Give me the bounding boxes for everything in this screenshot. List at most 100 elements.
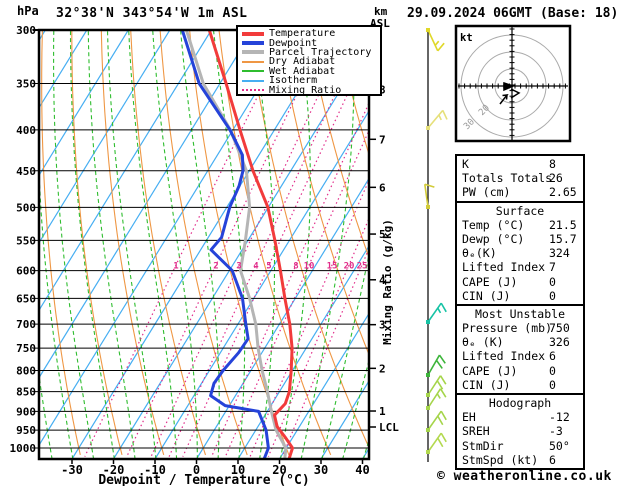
temperature-line-swatch	[242, 31, 264, 36]
mu-li-row: Lifted Index 6	[457, 349, 583, 363]
index-value: 15.7	[549, 231, 577, 246]
pressure-tick-label: 800	[16, 365, 36, 378]
legend-box: Temperature Dewpoint Parcel Trajectory D…	[236, 25, 382, 96]
index-value: 7	[549, 260, 556, 275]
index-label: Temp (°C)	[462, 217, 525, 232]
km-tick-label: 2	[379, 362, 386, 375]
sreh-row: SREH -3	[457, 424, 583, 438]
legend-item-isotherm: Isotherm	[242, 76, 380, 86]
wind-barb	[426, 354, 446, 377]
index-value: 26	[549, 171, 563, 186]
legend-item-temperature: Temperature	[242, 28, 380, 40]
index-row-k: K8	[457, 157, 583, 171]
stmdir-row: StmDir 50°	[457, 439, 583, 453]
mixing-ratio-value-label: 5	[266, 262, 271, 272]
index-label: K	[462, 157, 469, 171]
index-label: θₑ (K)	[462, 335, 504, 350]
stability-indices-box: K8 Totals Totals 26 PW (cm) 2.65	[455, 154, 585, 203]
index-label: Totals Totals	[462, 171, 553, 186]
index-label: Pressure (mb)	[462, 321, 553, 336]
surface-header: Surface	[495, 203, 545, 218]
wind-barb-station-dot	[426, 373, 430, 377]
isotherm-line	[39, 30, 88, 109]
mixing-ratio-axis-label: Mixing Ratio (g/kg)	[381, 219, 394, 345]
mu-cin-row: CIN (J) 0	[457, 378, 583, 392]
wind-barb-station-dot	[426, 205, 430, 209]
wind-barb	[426, 109, 448, 130]
km-tick-label: 6	[379, 181, 386, 194]
index-row-totals: Totals Totals 26	[457, 171, 583, 185]
mixing-ratio-value-label: 1	[173, 262, 178, 272]
index-value: 8	[549, 157, 556, 171]
km-tick-label: 1	[379, 405, 386, 418]
lcl-label: LCL	[379, 421, 399, 434]
surface-li-row: Lifted Index 7	[457, 260, 583, 274]
index-value: 750	[549, 321, 570, 336]
index-label: PW (cm)	[462, 185, 511, 200]
mu-pressure-row: Pressure (mb) 750	[457, 321, 583, 335]
pressure-tick-label: 700	[16, 318, 36, 331]
mixing-ratio-line-swatch	[242, 89, 264, 92]
mixing-ratio-value-label: 2	[213, 262, 218, 272]
index-value: -12	[549, 410, 570, 425]
index-label: CAPE (J)	[462, 274, 518, 289]
index-label: SREH	[462, 424, 490, 439]
wet-adiabat-line	[152, 30, 198, 459]
wind-barb	[426, 432, 447, 454]
hodograph-unit-label: kt	[460, 32, 473, 44]
index-value: 50°	[549, 438, 570, 453]
wet-adiabat-line-swatch	[242, 70, 264, 73]
stmspd-row: StmSpd (kt) 6	[457, 453, 583, 467]
surface-dewp-row: Dewp (°C) 15.7	[457, 232, 583, 246]
mixing-ratio-value-label: 3	[236, 262, 241, 272]
index-value: 0	[549, 377, 556, 392]
legend-item-mixing-ratio: Mixing Ratio	[242, 84, 380, 96]
legend-label: Dry Adiabat	[269, 56, 336, 68]
km-tick-label: 7	[379, 133, 386, 146]
hodograph-wind-vector	[505, 94, 508, 100]
wet-adiabat-line	[53, 30, 95, 459]
mu-thetae-row: θₑ (K) 326	[457, 335, 583, 349]
pressure-tick-label: 550	[16, 234, 36, 247]
pressure-tick-label: 950	[16, 424, 36, 437]
wet-adiabat-line	[106, 30, 157, 459]
surface-cin-row: CIN (J) 0	[457, 289, 583, 303]
wind-barb-station-dot	[426, 393, 430, 397]
wind-barb-station-dot	[426, 28, 430, 32]
mixing-ratio-value-label: 15	[327, 262, 338, 272]
pressure-tick-label: 750	[16, 342, 36, 355]
legend-label: Temperature	[269, 28, 336, 40]
surface-thetae-row: θₑ(K) 324	[457, 246, 583, 260]
index-row-pw: PW (cm) 2.65	[457, 185, 583, 199]
wet-adiabat-line	[39, 159, 74, 459]
parcel-line-swatch	[242, 50, 264, 55]
pressure-tick-label: 400	[16, 124, 36, 137]
indices-panel: K8 Totals Totals 26 PW (cm) 2.65 Surface T…	[455, 154, 585, 470]
index-label: StmDir	[462, 438, 504, 453]
mixing-ratio-value-label: 10	[304, 262, 315, 272]
index-label: CAPE (J)	[462, 363, 518, 378]
index-value: -3	[549, 424, 563, 439]
index-label: θₑ(K)	[462, 246, 497, 261]
pressure-tick-label: 850	[16, 386, 36, 399]
pressure-tick-label: 450	[16, 165, 36, 178]
legend-label: Mixing Ratio	[269, 84, 342, 96]
most-unstable-header: Most Unstable	[474, 306, 565, 321]
pressure-tick-label: 600	[16, 265, 36, 278]
index-label: Dewp (°C)	[462, 231, 525, 246]
index-value: 6	[549, 452, 556, 467]
mu-cape-row: CAPE (J) 0	[457, 364, 583, 378]
index-value: 324	[549, 246, 570, 261]
wind-barb	[426, 302, 447, 324]
index-value: 0	[549, 274, 556, 289]
most-unstable-box: Most Unstable Pressure (mb) 750 θₑ (K) 326…	[455, 303, 585, 395]
mixing-ratio-value-label: 20	[344, 262, 355, 272]
skewt-sounding-page: hPa 32°38'N 343°54'W 1m ASL 29.09.2024 0…	[0, 0, 629, 486]
mixing-ratio-value-label: 8	[293, 262, 298, 272]
mixing-ratio-value-label: 25	[357, 262, 368, 272]
x-axis-title: Dewpoint / Temperature (°C)	[98, 473, 309, 486]
wind-barb	[426, 28, 445, 52]
wind-barb	[426, 388, 447, 410]
pressure-tick-label: 650	[16, 292, 36, 305]
wind-barb-station-dot	[426, 428, 430, 432]
